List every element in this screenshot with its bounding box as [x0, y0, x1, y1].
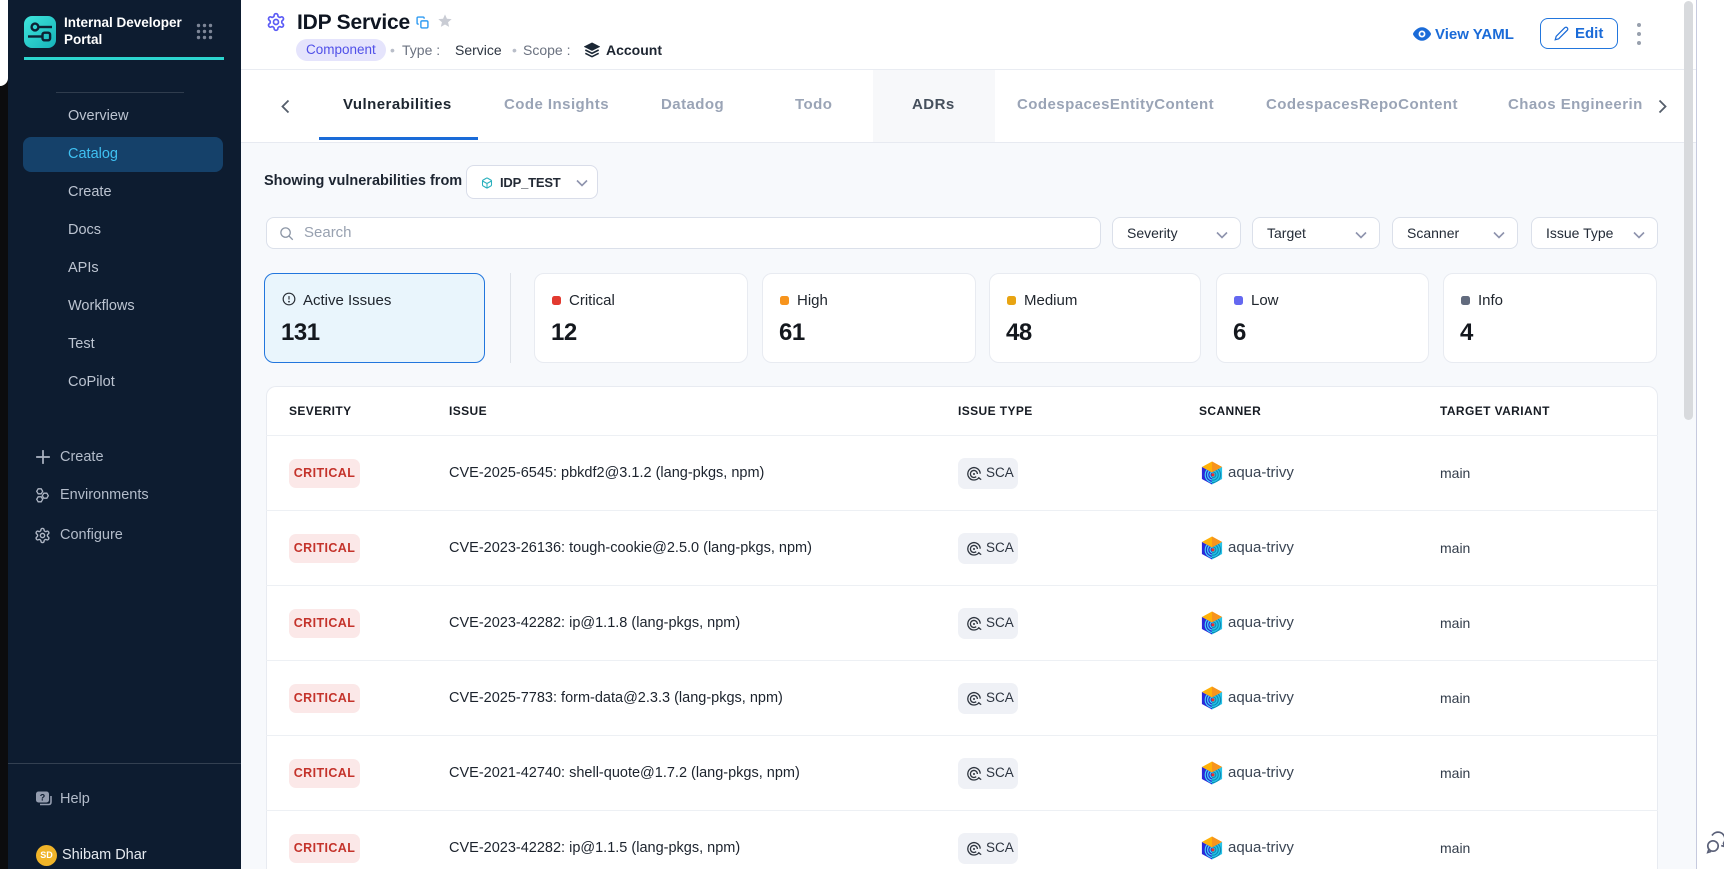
svg-text:?: ? — [40, 793, 46, 803]
